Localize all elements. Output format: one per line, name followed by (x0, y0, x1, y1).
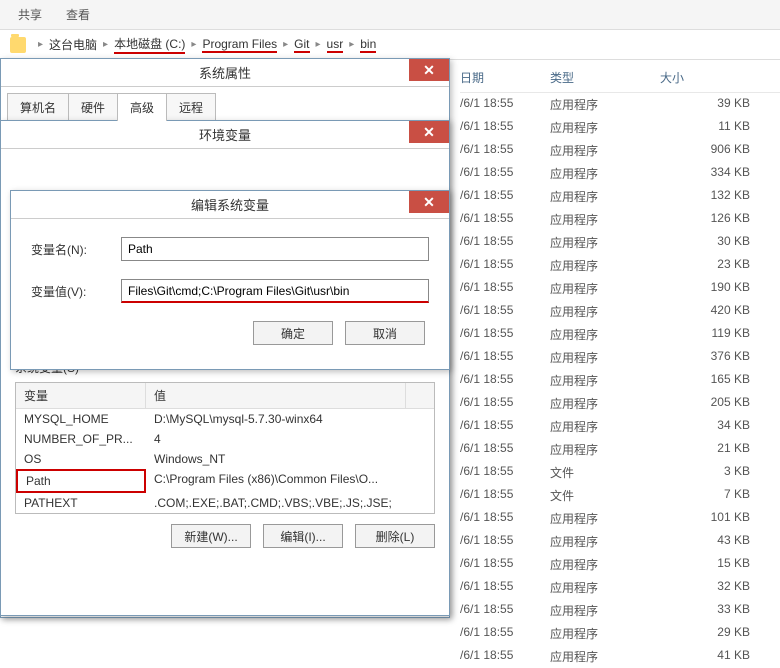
file-row[interactable]: /6/1 18:55应用程序34 KB (460, 415, 780, 438)
system-variables-table[interactable]: 变量 值 MYSQL_HOMED:\MySQL\mysql-5.7.30-win… (15, 382, 435, 514)
table-row[interactable]: NUMBER_OF_PR...4 (16, 429, 434, 449)
file-row[interactable]: /6/1 18:55应用程序101 KB (460, 507, 780, 530)
chevron-right-icon: ▸ (34, 39, 47, 50)
ribbon-share[interactable]: 共享 (18, 6, 42, 23)
file-row[interactable]: /6/1 18:55应用程序11 KB (460, 116, 780, 139)
table-row[interactable]: OSWindows_NT (16, 449, 434, 469)
sysprops-titlebar[interactable]: 系统属性 ✕ (1, 59, 449, 87)
ribbon-view[interactable]: 查看 (66, 6, 90, 23)
tab-hardware[interactable]: 硬件 (68, 93, 118, 121)
delete-button[interactable]: 删除(L) (355, 524, 435, 548)
file-row[interactable]: /6/1 18:55应用程序132 KB (460, 185, 780, 208)
file-row[interactable]: /6/1 18:55应用程序30 KB (460, 231, 780, 254)
file-row[interactable]: /6/1 18:55应用程序41 KB (460, 645, 780, 668)
file-row[interactable]: /6/1 18:55应用程序15 KB (460, 553, 780, 576)
file-row[interactable]: /6/1 18:55文件3 KB (460, 461, 780, 484)
table-row[interactable]: PATHEXT.COM;.EXE;.BAT;.CMD;.VBS;.VBE;.JS… (16, 493, 434, 513)
col-var-name[interactable]: 变量 (16, 383, 146, 408)
file-row[interactable]: /6/1 18:55应用程序39 KB (460, 93, 780, 116)
file-row[interactable]: /6/1 18:55应用程序334 KB (460, 162, 780, 185)
col-type[interactable]: 类型 (550, 69, 660, 86)
var-value-input[interactable] (121, 279, 429, 303)
close-icon[interactable]: ✕ (409, 121, 449, 143)
crumb-usr[interactable]: usr (327, 37, 344, 53)
file-row[interactable]: /6/1 18:55应用程序190 KB (460, 277, 780, 300)
file-row[interactable]: /6/1 18:55应用程序43 KB (460, 530, 780, 553)
file-row[interactable]: /6/1 18:55应用程序33 KB (460, 599, 780, 622)
tab-advanced[interactable]: 高级 (117, 93, 167, 121)
file-row[interactable]: /6/1 18:55应用程序205 KB (460, 392, 780, 415)
editvar-title: 编辑系统变量 (191, 195, 269, 214)
table-row[interactable]: PathC:\Program Files (x86)\Common Files\… (16, 469, 434, 493)
breadcrumb[interactable]: ▸ 这台电脑 ▸ 本地磁盘 (C:) ▸ Program Files ▸ Git… (0, 30, 780, 60)
crumb-git[interactable]: Git (294, 37, 309, 53)
col-date[interactable]: 日期 (460, 69, 550, 86)
tab-remote[interactable]: 远程 (166, 93, 216, 121)
file-row[interactable]: /6/1 18:55应用程序29 KB (460, 622, 780, 645)
cancel-button[interactable]: 取消 (345, 321, 425, 345)
envvars-title: 环境变量 (199, 125, 251, 144)
file-list-header: 日期 类型 大小 (460, 65, 780, 93)
envvars-buttons: 新建(W)... 编辑(I)... 删除(L) (15, 524, 435, 548)
file-row[interactable]: /6/1 18:55应用程序376 KB (460, 346, 780, 369)
ribbon-toolbar: 共享 查看 (0, 0, 780, 30)
new-button[interactable]: 新建(W)... (171, 524, 251, 548)
crumb-programfiles[interactable]: Program Files (202, 37, 277, 53)
chevron-right-icon: ▸ (99, 39, 112, 50)
crumb-computer[interactable]: 这台电脑 (49, 36, 97, 53)
file-row[interactable]: /6/1 18:55应用程序21 KB (460, 438, 780, 461)
sysprops-title: 系统属性 (199, 63, 251, 82)
table-row[interactable]: MYSQL_HOMED:\MySQL\mysql-5.7.30-winx64 (16, 409, 434, 429)
sysprops-tabs: 算机名 硬件 高级 远程 (1, 87, 449, 121)
chevron-right-icon: ▸ (279, 39, 292, 50)
file-row[interactable]: /6/1 18:55应用程序119 KB (460, 323, 780, 346)
close-icon[interactable]: ✕ (409, 191, 449, 213)
chevron-right-icon: ▸ (345, 39, 358, 50)
envvars-titlebar[interactable]: 环境变量 ✕ (1, 121, 449, 149)
ok-button[interactable]: 确定 (253, 321, 333, 345)
edit-button[interactable]: 编辑(I)... (263, 524, 343, 548)
var-name-label: 变量名(N): (31, 241, 121, 258)
editvar-titlebar[interactable]: 编辑系统变量 ✕ (11, 191, 449, 219)
vartable-header: 变量 值 (16, 383, 434, 409)
close-icon[interactable]: ✕ (409, 59, 449, 81)
crumb-bin[interactable]: bin (360, 37, 376, 53)
chevron-right-icon: ▸ (312, 39, 325, 50)
file-row[interactable]: /6/1 18:55应用程序165 KB (460, 369, 780, 392)
crumb-disk[interactable]: 本地磁盘 (C:) (114, 35, 185, 54)
folder-icon (10, 37, 26, 53)
file-row[interactable]: /6/1 18:55应用程序420 KB (460, 300, 780, 323)
file-list: 日期 类型 大小 /6/1 18:55应用程序39 KB/6/1 18:55应用… (460, 65, 780, 668)
file-row[interactable]: /6/1 18:55应用程序23 KB (460, 254, 780, 277)
file-row[interactable]: /6/1 18:55应用程序906 KB (460, 139, 780, 162)
chevron-right-icon: ▸ (187, 39, 200, 50)
file-row[interactable]: /6/1 18:55应用程序32 KB (460, 576, 780, 599)
var-value-label: 变量值(V): (31, 283, 121, 300)
edit-system-variable-dialog: 编辑系统变量 ✕ 变量名(N): 变量值(V): 确定 取消 (10, 190, 450, 370)
col-size[interactable]: 大小 (660, 69, 770, 86)
var-name-input[interactable] (121, 237, 429, 261)
tab-computername[interactable]: 算机名 (7, 93, 69, 121)
file-row[interactable]: /6/1 18:55文件7 KB (460, 484, 780, 507)
file-row[interactable]: /6/1 18:55应用程序126 KB (460, 208, 780, 231)
col-var-value[interactable]: 值 (146, 383, 406, 408)
